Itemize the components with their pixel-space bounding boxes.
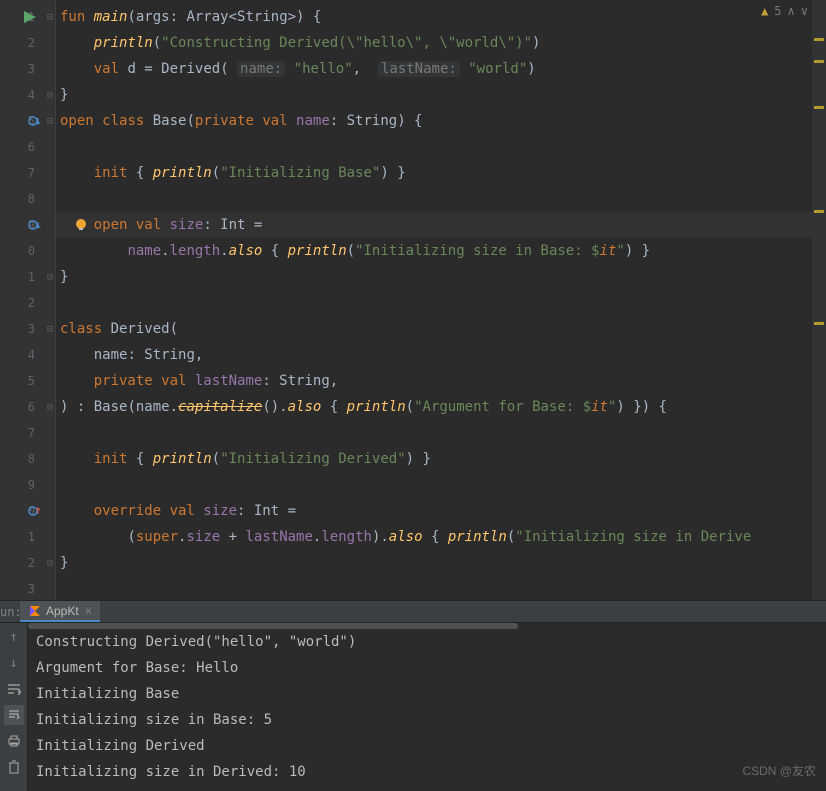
arrow-down-icon[interactable]: ↓ bbox=[4, 653, 24, 673]
warning-icon: ▲ bbox=[761, 4, 768, 18]
line-num: 1 bbox=[28, 270, 35, 284]
gutter: 1 ⊟ 2 3 4⊟ 5 ⊟ 6 7 8 9 0 1⊟ 2 3⊟ 4 5 6⊟ … bbox=[0, 0, 56, 600]
run-tool-window: un: AppKt × ↑ ↓ Constructing Derived("he… bbox=[0, 600, 826, 791]
run-toolbar: ↑ ↓ bbox=[0, 623, 28, 791]
line-num: 2 bbox=[28, 556, 35, 570]
intention-bulb-icon[interactable] bbox=[74, 218, 88, 232]
line-num: 2 bbox=[28, 296, 35, 310]
line-num: 7 bbox=[28, 166, 35, 180]
fold-icon[interactable]: ⊟ bbox=[47, 12, 53, 23]
chevron-up-icon[interactable]: ∧ bbox=[788, 4, 795, 18]
line-num: 3 bbox=[28, 62, 35, 76]
horizontal-scrollbar[interactable] bbox=[28, 623, 518, 629]
console-line: Initializing size in Base: 5 bbox=[36, 707, 818, 733]
run-tab-label: AppKt bbox=[46, 604, 79, 618]
line-num: 8 bbox=[28, 452, 35, 466]
soft-wrap-icon[interactable] bbox=[4, 679, 24, 699]
console-line: Argument for Base: Hello bbox=[36, 655, 818, 681]
console-line: Initializing Base bbox=[36, 681, 818, 707]
console-line: Initializing size in Derived: 10 bbox=[36, 759, 818, 785]
fold-icon[interactable]: ⊟ bbox=[47, 558, 53, 569]
line-num: 4 bbox=[28, 348, 35, 362]
override-down-icon[interactable] bbox=[28, 219, 42, 231]
fold-icon[interactable]: ⊟ bbox=[47, 90, 53, 101]
run-header: un: AppKt × bbox=[0, 601, 826, 623]
console-line: Initializing Derived bbox=[36, 733, 818, 759]
override-up-icon[interactable] bbox=[28, 505, 42, 517]
console-output[interactable]: Constructing Derived("hello", "world") A… bbox=[28, 623, 826, 791]
line-num: 7 bbox=[28, 426, 35, 440]
console-line: Constructing Derived("hello", "world") bbox=[36, 629, 818, 655]
watermark: CSDN @友农 bbox=[742, 762, 816, 779]
line-num: 0 bbox=[28, 244, 35, 258]
chevron-down-icon[interactable]: ∨ bbox=[801, 4, 808, 18]
run-icon[interactable] bbox=[24, 11, 36, 23]
line-num: 5 bbox=[28, 374, 35, 388]
print-icon[interactable] bbox=[4, 731, 24, 751]
code-content[interactable]: fun main(args: Array<String>) { println(… bbox=[56, 0, 826, 600]
override-down-icon[interactable] bbox=[28, 115, 42, 127]
line-num: 4 bbox=[28, 88, 35, 102]
warning-count: 5 bbox=[774, 4, 781, 18]
run-tab[interactable]: AppKt × bbox=[20, 601, 100, 622]
line-num: 8 bbox=[28, 192, 35, 206]
line-num: 9 bbox=[28, 478, 35, 492]
line-num: 6 bbox=[28, 400, 35, 414]
scroll-to-end-icon[interactable] bbox=[4, 705, 24, 725]
arrow-up-icon[interactable]: ↑ bbox=[4, 627, 24, 647]
fold-icon[interactable]: ⊟ bbox=[47, 272, 53, 283]
error-stripe[interactable] bbox=[812, 0, 826, 600]
fold-icon[interactable]: ⊟ bbox=[47, 324, 53, 335]
line-num: 3 bbox=[28, 322, 35, 336]
fold-icon[interactable]: ⊟ bbox=[47, 116, 53, 127]
kotlin-file-icon bbox=[28, 604, 42, 618]
code-editor[interactable]: 1 ⊟ 2 3 4⊟ 5 ⊟ 6 7 8 9 0 1⊟ 2 3⊟ 4 5 6⊟ … bbox=[0, 0, 826, 600]
close-icon[interactable]: × bbox=[85, 604, 92, 618]
run-label: un: bbox=[0, 605, 20, 619]
inspections-widget[interactable]: ▲ 5 ∧ ∨ bbox=[761, 4, 808, 18]
line-num: 3 bbox=[28, 582, 35, 596]
line-num: 6 bbox=[28, 140, 35, 154]
fold-icon[interactable]: ⊟ bbox=[47, 402, 53, 413]
line-num: 1 bbox=[28, 530, 35, 544]
clear-icon[interactable] bbox=[4, 757, 24, 777]
line-num: 2 bbox=[28, 36, 35, 50]
